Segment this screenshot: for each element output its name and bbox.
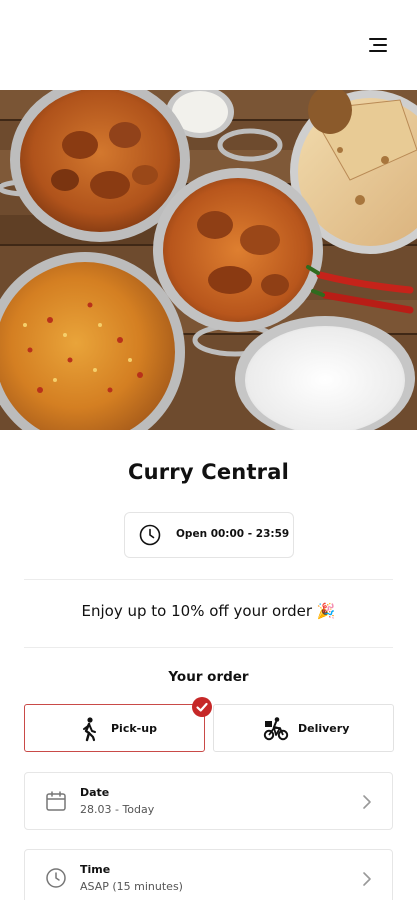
divider bbox=[24, 647, 393, 648]
promo-text: Enjoy up to 10% off your order 🎉 bbox=[81, 602, 336, 620]
time-label: Time bbox=[80, 863, 111, 876]
date-label: Date bbox=[80, 786, 110, 799]
clock-icon bbox=[46, 868, 66, 888]
date-selector[interactable]: Date 28.03 - Today bbox=[24, 772, 393, 830]
divider bbox=[24, 579, 393, 580]
opening-hours-text: Open 00:00 - 23:59 bbox=[176, 528, 290, 540]
calendar-icon bbox=[46, 791, 66, 811]
app-header bbox=[0, 0, 417, 90]
selected-check-icon bbox=[192, 697, 212, 717]
delivery-option-button[interactable]: Delivery bbox=[213, 704, 394, 752]
opening-hours-badge: Open 00:00 - 23:59 bbox=[124, 512, 294, 558]
time-value: ASAP (15 minutes) bbox=[80, 880, 183, 893]
pickup-label: Pick-up bbox=[111, 722, 157, 735]
chevron-right-icon bbox=[363, 795, 371, 809]
walking-person-icon bbox=[83, 717, 96, 742]
bicycle-icon bbox=[263, 717, 289, 741]
your-order-heading: Your order bbox=[168, 669, 249, 685]
pickup-option-button[interactable]: Pick-up bbox=[24, 704, 205, 752]
clock-icon bbox=[139, 524, 161, 546]
restaurant-name: Curry Central bbox=[127, 460, 290, 484]
date-value: 28.03 - Today bbox=[80, 803, 155, 816]
delivery-label: Delivery bbox=[298, 722, 350, 735]
chevron-right-icon bbox=[363, 872, 371, 886]
hero-food-image bbox=[0, 90, 417, 430]
time-selector[interactable]: Time ASAP (15 minutes) bbox=[24, 849, 393, 900]
hamburger-menu-icon[interactable] bbox=[369, 38, 387, 52]
